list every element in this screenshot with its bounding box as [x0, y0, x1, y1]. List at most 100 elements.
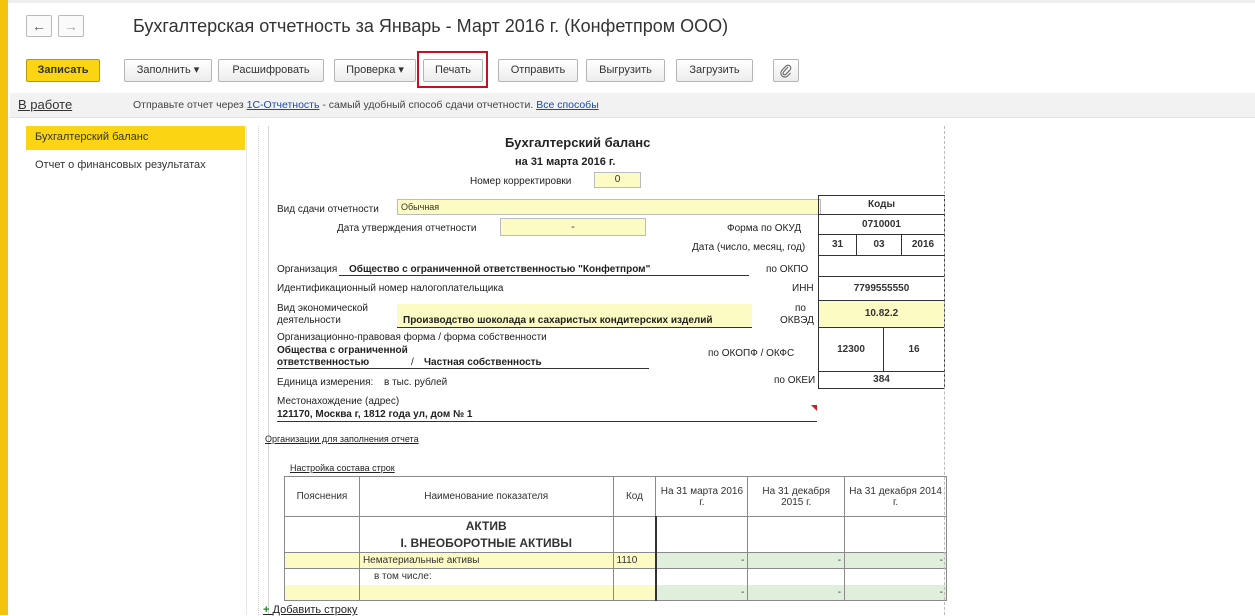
unit-label: Единица измерения: [277, 377, 374, 388]
row-value-2[interactable]: - [747, 552, 846, 569]
back-button[interactable]: ← [26, 15, 52, 37]
sidebar-item-balance[interactable]: Бухгалтерский баланс [26, 126, 245, 150]
okved-value[interactable]: 10.82.2 [818, 300, 945, 328]
okopf-label: по ОКОПФ / ОКФС [708, 348, 795, 359]
okud-value: 0710001 [818, 214, 945, 235]
codes-header: Коды [818, 195, 945, 215]
row-value-3[interactable]: - [844, 552, 947, 569]
okud-label: Форма по ОКУД [727, 223, 802, 234]
status-text-2: - самый удобный способ сдачи отчетности. [319, 99, 537, 111]
forward-button[interactable]: → [58, 15, 84, 37]
okopf-value: 12300 [818, 327, 884, 372]
section-row: АКТИВ [284, 516, 947, 535]
splitter[interactable] [258, 126, 259, 615]
address-edit-marker-icon [811, 405, 817, 411]
arrow-right-icon: → [64, 18, 78, 34]
table-header-row: Пояснения Наименование показателя Код На… [284, 476, 947, 517]
row-value-2[interactable]: - [747, 584, 846, 601]
header-code: Код [612, 476, 657, 517]
activity-label-1: Вид экономической [277, 303, 368, 314]
header-notes: Пояснения [284, 476, 360, 517]
plus-icon: + [263, 604, 270, 616]
inn-label: Идентификационный номер налогоплательщик… [277, 283, 504, 294]
import-button[interactable]: Загрузить [676, 59, 753, 82]
inn-value: 7799555550 [818, 276, 945, 301]
legal-form-label: Организационно-правовая форма / форма со… [277, 332, 547, 343]
org-value: Общество с ограниченной ответственностью… [349, 264, 651, 275]
orgs-for-report-link[interactable]: Организации для заполнения отчета [265, 434, 419, 444]
ownership-value: Частная собственность [424, 357, 542, 368]
correction-label: Номер корректировки [470, 176, 572, 187]
subsection-row: I. ВНЕОБОРОТНЫЕ АКТИВЫ [284, 534, 947, 553]
add-row-label: Добавить строку [272, 604, 358, 616]
address-underline [277, 421, 817, 422]
org-underline [339, 275, 749, 276]
sidebar-item-financial-results[interactable]: Отчет о финансовых результатах [26, 154, 245, 178]
row-note-cell[interactable] [284, 552, 360, 569]
okved-label-1: по [795, 303, 806, 314]
date-year: 2016 [901, 234, 945, 256]
print-button-highlight [417, 51, 488, 88]
status-state-link[interactable]: В работе [18, 97, 72, 112]
inn-short-label: ИНН [792, 283, 814, 294]
header-indicator: Наименование показателя [358, 476, 614, 517]
correction-field[interactable]: 0 [594, 172, 641, 188]
form-date: на 31 марта 2016 г. [515, 156, 616, 168]
header-mar-2016: На 31 марта 2016 г. [655, 476, 749, 517]
row-value-1[interactable]: - [654, 552, 749, 569]
left-accent-bar [0, 0, 8, 615]
all-methods-link[interactable]: Все способы [536, 99, 599, 111]
okpo-label: по ОКПО [766, 264, 809, 275]
chevron-down-icon: ▾ [193, 64, 200, 76]
send-button[interactable]: Отправить [498, 59, 578, 82]
table-row-values[interactable]: - - - [284, 584, 947, 601]
okei-label: по ОКЕИ [774, 375, 816, 386]
approval-date-field[interactable]: - [500, 218, 646, 236]
okpo-value [818, 255, 945, 277]
rows-settings-link[interactable]: Настройка состава строк [290, 463, 395, 473]
okfs-value: 16 [883, 327, 945, 372]
address-label: Местонахождение (адрес) [277, 396, 400, 407]
fill-dropdown-button[interactable]: Заполнить ▾ [124, 59, 212, 82]
legal-form-underline [277, 368, 649, 369]
ownership-separator: / [411, 357, 414, 368]
row-value-3[interactable]: - [844, 584, 947, 601]
balance-table: Пояснения Наименование показателя Код На… [284, 476, 947, 601]
page-boundary-line [944, 126, 945, 615]
row-code: 1110 [612, 552, 657, 569]
1c-reporting-link[interactable]: 1С-Отчетность [247, 99, 320, 111]
report-form: Бухгалтерский баланс на 31 марта 2016 г.… [263, 126, 1255, 616]
org-label: Организация [277, 264, 338, 275]
save-button[interactable]: Записать [26, 59, 100, 82]
arrow-left-icon: ← [32, 18, 46, 34]
row-name: в том числе: [358, 568, 614, 585]
unit-value: в тыс. рублей [384, 377, 448, 388]
address-value: 121170, Москва г, 1812 года ул, дом № 1 [277, 409, 473, 420]
date-day: 31 [818, 234, 857, 256]
attach-button[interactable] [773, 59, 799, 82]
check-dropdown-button[interactable]: Проверка ▾ [334, 59, 416, 82]
chevron-down-icon: ▾ [398, 64, 404, 76]
date-month: 03 [856, 234, 902, 256]
activity-label-2: деятельности [277, 315, 341, 326]
status-message: Отправьте отчет через 1С-Отчетность - са… [133, 99, 599, 111]
section-title: АКТИВ [358, 516, 614, 535]
decode-button[interactable]: Расшифровать [218, 59, 324, 82]
table-row[interactable]: Нематериальные активы 1110 - - - [284, 552, 947, 569]
okei-value: 384 [818, 371, 945, 389]
subsection-title: I. ВНЕОБОРОТНЫЕ АКТИВЫ [358, 534, 614, 553]
submission-type-field[interactable]: Обычная [397, 199, 821, 215]
export-button[interactable]: Выгрузить [586, 59, 665, 82]
date-codes-label: Дата (число, месяц, год) [692, 242, 806, 253]
legal-form-value-2: ответственностью [277, 357, 370, 368]
okved-label-2: ОКВЭД [780, 315, 814, 326]
add-row-link[interactable]: + Добавить строку [263, 604, 357, 616]
paperclip-icon [780, 64, 792, 78]
row-value-1[interactable]: - [654, 584, 749, 601]
check-button-label: Проверка [346, 64, 396, 76]
status-text: Отправьте отчет через [133, 99, 247, 111]
approval-date-label: Дата утверждения отчетности [337, 223, 477, 234]
table-row[interactable]: в том числе: [284, 568, 947, 585]
legal-form-value-1: Общества с ограниченной [277, 345, 408, 356]
report-sections-sidebar [26, 126, 247, 615]
